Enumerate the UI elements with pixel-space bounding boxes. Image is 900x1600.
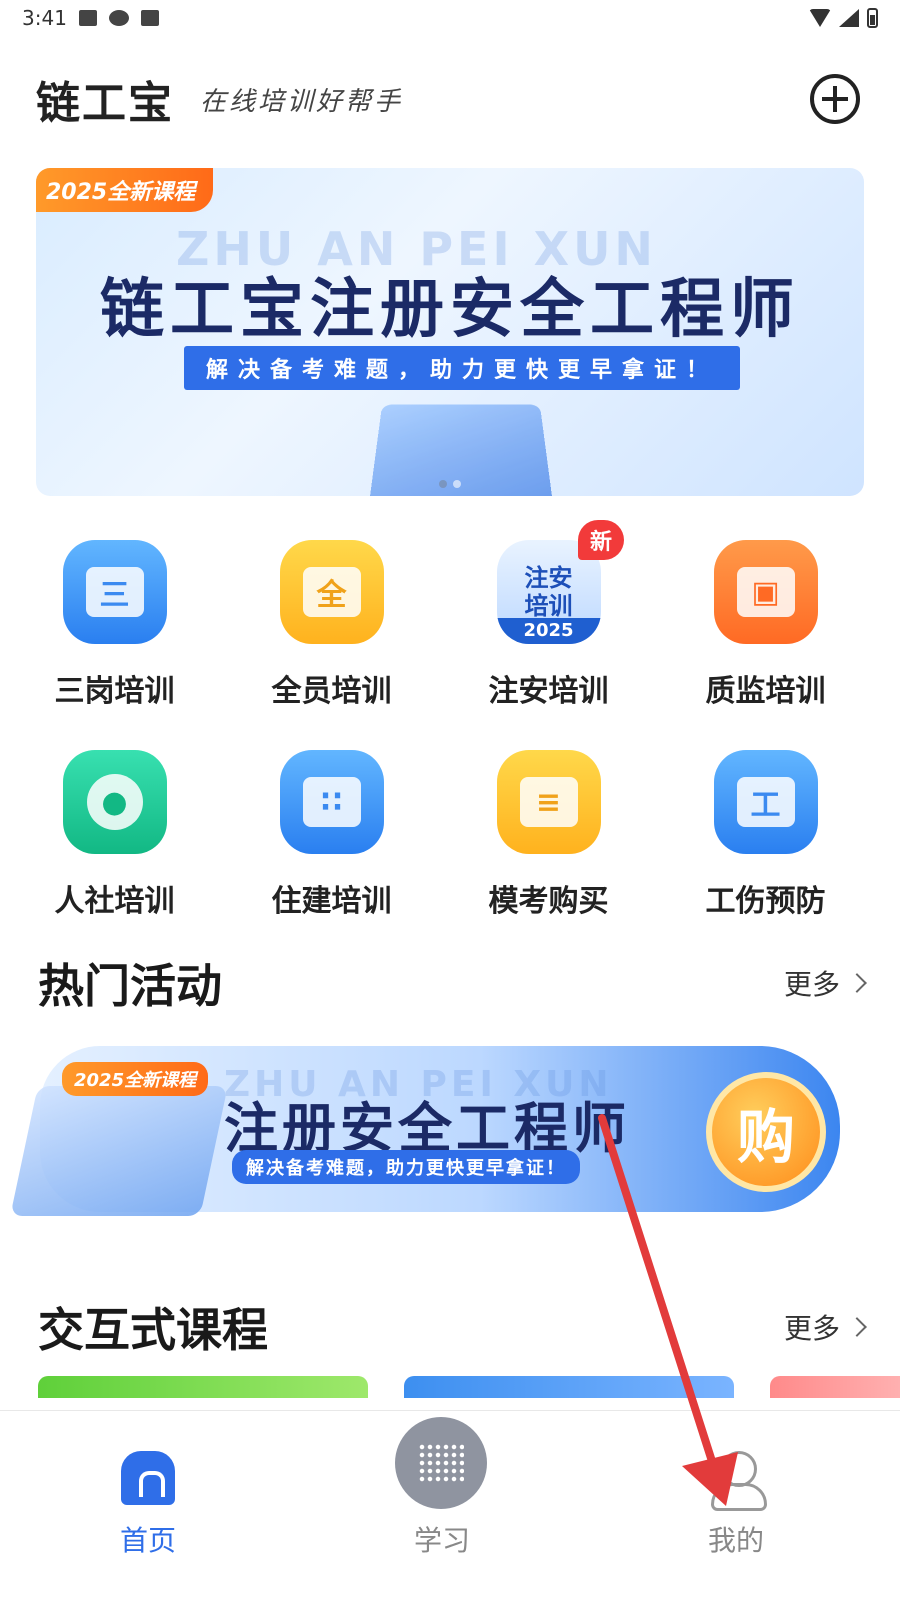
category-label: 工伤预防 xyxy=(705,884,826,919)
category-mokao[interactable]: ≡ 模考购买 xyxy=(440,750,657,920)
category-label: 质监培训 xyxy=(705,674,826,709)
category-sangang[interactable]: 三 三岗培训 xyxy=(6,540,223,710)
category-label: 三岗培训 xyxy=(54,674,175,709)
book-illustration xyxy=(368,404,554,496)
category-label: 模考购买 xyxy=(488,884,609,919)
course-card[interactable] xyxy=(770,1376,900,1398)
interactive-courses-header: 交互式课程 更多 xyxy=(38,1294,867,1360)
app-logo: 链工宝 xyxy=(36,78,174,129)
tab-label: 首页 xyxy=(119,1524,176,1557)
status-bar: 3:41 xyxy=(0,0,900,36)
cellular-signal-icon xyxy=(839,9,859,27)
category-zhijian[interactable]: ▣ 质监培训 xyxy=(657,540,874,710)
more-link[interactable]: 更多 xyxy=(784,963,867,1003)
carousel-indicator xyxy=(439,480,461,488)
user-icon xyxy=(709,1451,767,1511)
document-icon: 工 xyxy=(713,750,818,854)
hero-banner[interactable]: ZHU AN PEI XUN 2025全新课程 链工宝注册安全工程师 解决备考难… xyxy=(36,168,864,496)
home-icon xyxy=(121,1451,175,1505)
category-zhuan[interactable]: 注安 培训 2025 注安培训 xyxy=(440,540,657,710)
add-button[interactable] xyxy=(810,74,860,124)
battery-icon xyxy=(867,8,878,28)
chevron-right-icon xyxy=(847,1317,867,1337)
building-icon: ∷ xyxy=(279,750,384,854)
course-card[interactable] xyxy=(38,1376,368,1398)
document-icon: 全 xyxy=(279,540,384,644)
app-header: 链工宝 在线培训好帮手 xyxy=(36,68,864,130)
study-icon xyxy=(418,1443,464,1483)
banner-title: 链工宝注册安全工程师 xyxy=(100,273,800,347)
category-label: 全员培训 xyxy=(271,674,392,709)
document-icon: 三 xyxy=(62,540,167,644)
hot-activities-header: 热门活动 更多 xyxy=(38,950,867,1016)
app-slogan: 在线培训好帮手 xyxy=(200,86,404,117)
category-zhujian[interactable]: ∷ 住建培训 xyxy=(223,750,440,920)
carousel-dot xyxy=(439,480,447,488)
new-badge: 新 xyxy=(578,520,625,560)
tab-label: 学习 xyxy=(413,1524,470,1557)
tab-mine[interactable]: 我的 xyxy=(656,1451,816,1559)
app-notification-icon xyxy=(140,10,159,26)
category-quanyuan[interactable]: 全 全员培训 xyxy=(223,540,440,710)
tab-label: 我的 xyxy=(707,1524,764,1557)
more-link[interactable]: 更多 xyxy=(784,1307,867,1347)
chevron-right-icon xyxy=(847,973,867,993)
shopping-bag-icon: ≡ xyxy=(496,750,601,854)
buy-button[interactable]: 购 xyxy=(706,1072,826,1192)
category-label: 注安培训 xyxy=(488,674,609,709)
study-button[interactable] xyxy=(395,1417,487,1509)
tab-home[interactable]: 首页 xyxy=(68,1451,228,1559)
course-carousel xyxy=(0,1376,900,1398)
gallery-notification-icon xyxy=(78,10,97,26)
category-label: 人社培训 xyxy=(54,884,175,919)
section-title: 热门活动 xyxy=(38,959,222,1013)
category-grid: 三 三岗培训 全 全员培训 注安 培训 2025 注安培训 ▣ 质监培训 ● 人… xyxy=(0,540,900,920)
weibo-notification-icon xyxy=(108,10,129,26)
promo-subtitle: 解决备考难题，助力更快更早拿证！ xyxy=(232,1150,580,1184)
category-renshe[interactable]: ● 人社培训 xyxy=(6,750,223,920)
course-card[interactable] xyxy=(404,1376,734,1398)
person-icon: ● xyxy=(62,750,167,854)
promo-banner[interactable]: ZHU AN PEI XUN 2025全新课程 注册安全工程师 解决备考难题，助… xyxy=(10,1046,840,1216)
book-illustration xyxy=(10,1086,228,1216)
wifi-icon xyxy=(809,9,831,27)
promo-tag: 2025全新课程 xyxy=(62,1062,209,1096)
banner-tag: 2025全新课程 xyxy=(36,168,214,212)
section-title: 交互式课程 xyxy=(38,1303,268,1357)
status-time: 3:41 xyxy=(22,6,67,30)
banner-subtitle: 解决备考难题，助力更快更早拿证！ xyxy=(184,346,741,390)
book-icon: ▣ xyxy=(713,540,818,644)
carousel-dot xyxy=(453,480,461,488)
category-label: 住建培训 xyxy=(271,884,392,919)
category-gongshang[interactable]: 工 工伤预防 xyxy=(657,750,874,920)
